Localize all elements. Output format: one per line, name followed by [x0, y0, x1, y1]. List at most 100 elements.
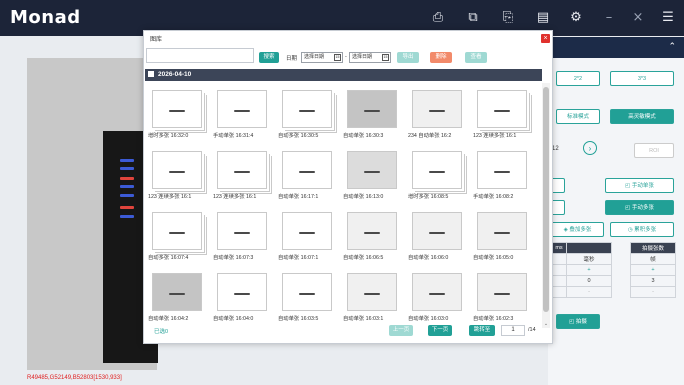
decrement-button[interactable]: - — [566, 286, 612, 298]
bin-2x2-button[interactable]: 2*2 — [556, 71, 600, 86]
gallery-thumbnail[interactable]: 自动单张 16:17:1 — [278, 148, 338, 203]
gallery-thumbnail[interactable]: 自动单张 16:05:0 — [473, 209, 533, 264]
view-button[interactable]: 查看 — [465, 52, 487, 63]
gallery-thumbnail[interactable]: 自动单张 16:03:0 — [408, 270, 468, 325]
gallery-thumbnail[interactable]: 自动单张 16:07:1 — [278, 209, 338, 264]
panel-header: ⌃ — [548, 37, 684, 58]
decrement-button[interactable]: - — [630, 286, 676, 298]
thumbnail-image[interactable] — [152, 212, 202, 250]
gallery-thumbnail[interactable]: 自动多张 16:07:4 — [148, 209, 208, 264]
thumbnail-image[interactable] — [347, 212, 397, 250]
gallery-thumbnail[interactable]: 123 连续多张 16:1 — [213, 148, 273, 203]
thumbnail-image[interactable] — [412, 273, 462, 311]
calendar-icon[interactable]: 15 — [382, 54, 389, 61]
thumbnail-image[interactable] — [347, 273, 397, 311]
search-button[interactable]: 搜索 — [259, 52, 279, 63]
thumbnail-image[interactable] — [217, 90, 267, 128]
date-separator: - — [345, 54, 347, 60]
gallery-thumbnail[interactable]: 增时多张 16:32:0 — [148, 87, 208, 142]
close-icon[interactable]: × — [541, 34, 550, 43]
high-sensitivity-mode-button[interactable]: 高灵敏模式 — [610, 109, 674, 124]
thumbnail-image[interactable] — [477, 90, 527, 128]
gallery-thumbnail[interactable]: 自动单张 16:30:3 — [343, 87, 403, 142]
bin-3x3-button[interactable]: 3*3 — [610, 71, 674, 86]
thumbnail-image[interactable] — [152, 273, 202, 311]
gallery-thumbnail[interactable]: 手动单张 16:31:4 — [213, 87, 273, 142]
thumbnail-image[interactable] — [282, 151, 332, 189]
manual-single-button[interactable]: ◰ 手动单张 — [605, 178, 674, 193]
date-from-field[interactable]: 选择日期 15 — [301, 52, 343, 63]
gallery-thumbnail[interactable]: 234 自动单张 16:2 — [408, 87, 468, 142]
delete-button[interactable]: 删除 — [430, 52, 452, 63]
minimize-icon[interactable]: – — [601, 10, 617, 26]
thumbnail-image[interactable] — [217, 151, 267, 189]
export-button[interactable]: 导出 — [397, 52, 419, 63]
gallery-thumbnail[interactable]: 自动单张 16:03:5 — [278, 270, 338, 325]
thumbnail-image[interactable] — [412, 151, 462, 189]
shoot-button[interactable]: ◰ 拍摄 — [556, 314, 600, 329]
standard-mode-button[interactable]: 标准模式 — [556, 109, 600, 124]
gallery-thumbnail[interactable]: 自动单张 16:03:1 — [343, 270, 403, 325]
thumbnail-image[interactable] — [152, 90, 202, 128]
calendar-icon[interactable]: 15 — [334, 54, 341, 61]
gallery-thumbnail[interactable]: 手动单张 16:08:2 — [473, 148, 533, 203]
scrollbar-thumb[interactable] — [543, 87, 549, 312]
thumbnail-image[interactable] — [217, 212, 267, 250]
increment-button[interactable]: + — [630, 264, 676, 276]
prev-page-button[interactable]: 上一页 — [389, 325, 413, 336]
window-icon[interactable]: ⧉ — [465, 10, 481, 26]
sample-band — [364, 232, 380, 234]
gallery-thumbnail[interactable]: 自动单张 16:07:3 — [213, 209, 273, 264]
next-page-button[interactable]: 下一页 — [428, 325, 452, 336]
export-file-icon[interactable]: ⎘ — [500, 10, 516, 26]
thumbnail-image[interactable] — [477, 212, 527, 250]
thumbnail-image[interactable] — [282, 273, 332, 311]
printer-icon[interactable]: ⎙ — [430, 10, 446, 26]
manual-multi-button[interactable]: ◰ 手动多张 — [605, 200, 674, 215]
menu-icon[interactable]: ☰ — [660, 10, 676, 26]
chevron-down-icon[interactable]: ⌄ — [542, 320, 550, 328]
partial-button[interactable] — [551, 200, 565, 215]
thumbnail-image[interactable] — [152, 151, 202, 189]
layers-icon: ◈ — [563, 227, 568, 233]
gallery-thumbnail[interactable]: 123 连续多张 16:1 — [473, 87, 533, 142]
increment-button[interactable]: + — [566, 264, 612, 276]
select-all-checkbox[interactable] — [148, 71, 154, 77]
exposure-value[interactable]: 0 — [566, 275, 612, 287]
gallery-thumbnail[interactable]: 自动单张 16:04:2 — [148, 270, 208, 325]
roi-button[interactable]: ROI — [634, 143, 674, 158]
arrow-right-icon[interactable]: › — [583, 141, 597, 155]
thumbnail-image[interactable] — [282, 90, 332, 128]
thumbnail-image[interactable] — [477, 273, 527, 311]
gallery-thumbnail[interactable]: 123 连续多张 16:1 — [148, 148, 208, 203]
gear-icon[interactable]: ⚙ — [568, 10, 584, 26]
date-to-field[interactable]: 选择日期 15 — [349, 52, 391, 63]
thumbnail-image[interactable] — [477, 151, 527, 189]
gallery-thumbnail[interactable]: 自动单张 16:04:0 — [213, 270, 273, 325]
save-icon[interactable]: ▤ — [535, 10, 551, 26]
thumbnail-image[interactable] — [217, 273, 267, 311]
partial-button[interactable] — [551, 178, 565, 193]
gallery-thumbnail[interactable]: 自动单张 16:06:5 — [343, 209, 403, 264]
gallery-thumbnail[interactable]: 自动单张 16:13:0 — [343, 148, 403, 203]
page-input[interactable]: 1 — [501, 325, 525, 336]
frames-value[interactable]: 3 — [630, 275, 676, 287]
search-input[interactable] — [146, 48, 254, 63]
chevron-up-icon[interactable]: ⌃ — [668, 41, 676, 52]
gallery-thumbnail[interactable]: 自动单张 16:02:3 — [473, 270, 533, 325]
thumbnail-image[interactable] — [347, 151, 397, 189]
value-field[interactable]: 12 — [552, 146, 559, 152]
overlay-multi-button[interactable]: ◈ 叠加多张 — [551, 222, 604, 237]
thumbnail-image[interactable] — [412, 212, 462, 250]
close-icon[interactable]: × — [630, 10, 646, 26]
gallery-thumbnail[interactable]: 自动单张 16:06:0 — [408, 209, 468, 264]
gallery-thumbnail[interactable]: 增时多张 16:08:5 — [408, 148, 468, 203]
gallery-thumbnail[interactable]: 自动多张 16:30:5 — [278, 87, 338, 142]
sample-band — [364, 110, 380, 112]
thumbnail-image[interactable] — [282, 212, 332, 250]
jump-to-button[interactable]: 跳转至 — [469, 325, 495, 336]
accumulate-multi-button[interactable]: ◷ 累积多张 — [610, 222, 674, 237]
thumbnail-image[interactable] — [347, 90, 397, 128]
selected-count: 已选0 — [154, 329, 169, 335]
thumbnail-image[interactable] — [412, 90, 462, 128]
